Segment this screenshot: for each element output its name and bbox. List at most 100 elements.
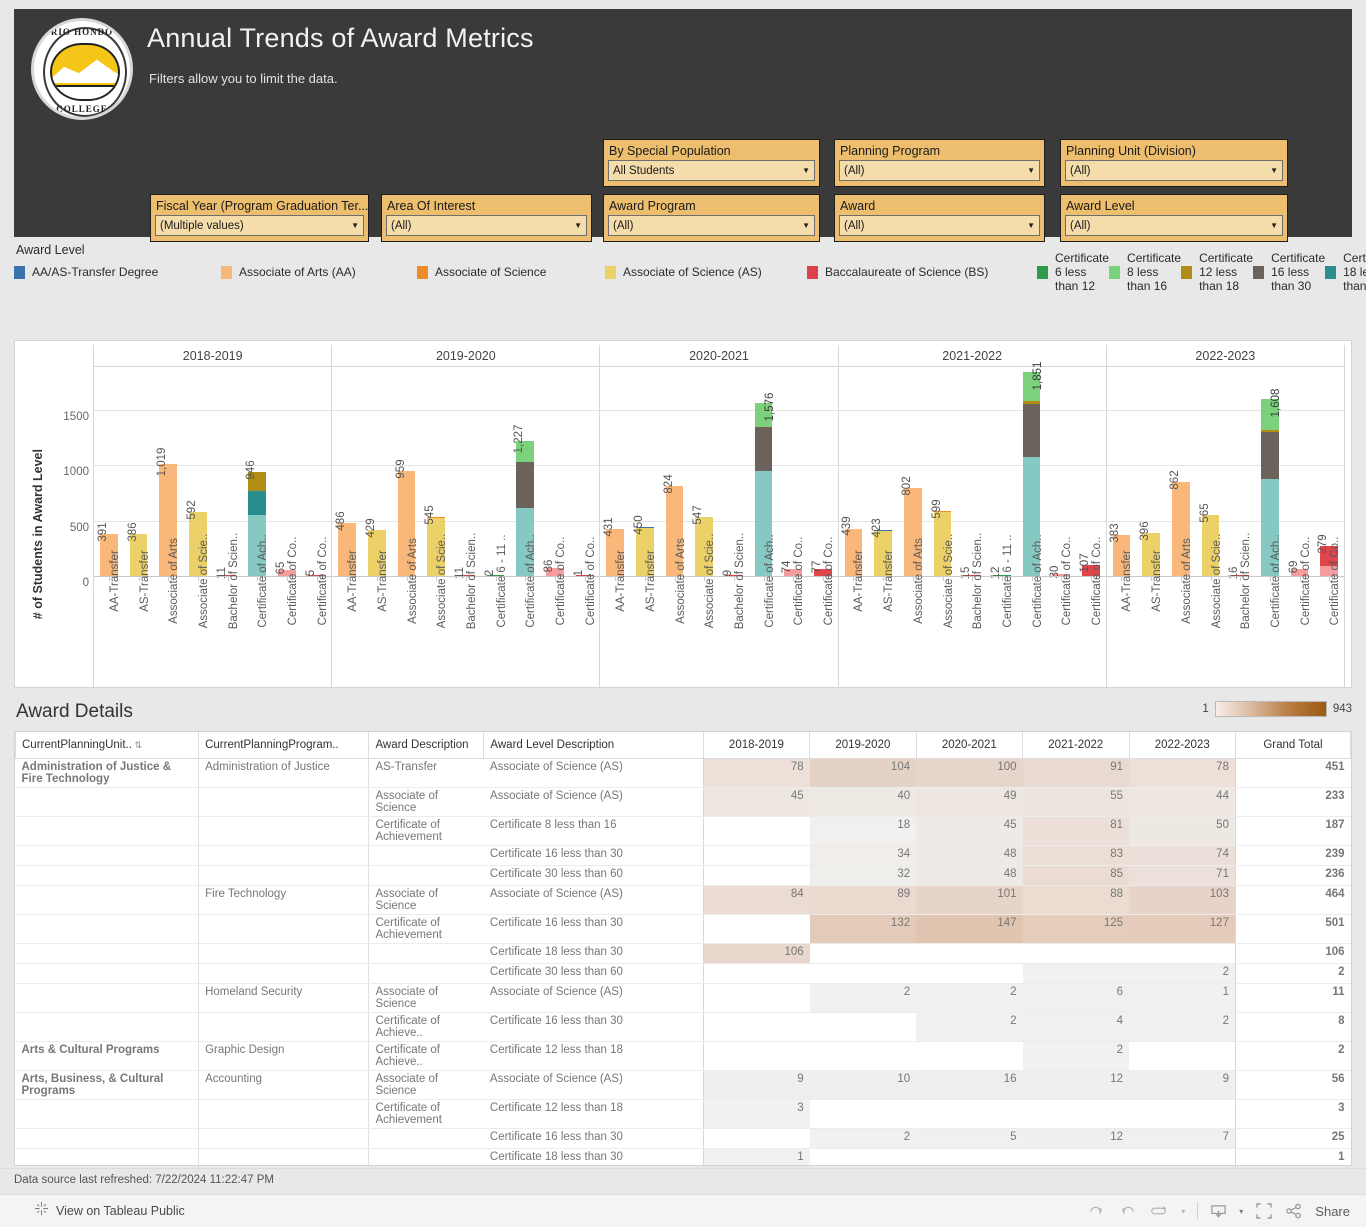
- filter-fiscal-year[interactable]: Fiscal Year (Program Graduation Ter... (M…: [150, 194, 369, 242]
- column-header[interactable]: 2020-2021: [915, 732, 1024, 759]
- column-header[interactable]: 2018-2019: [702, 732, 811, 759]
- table-row[interactable]: Certificate of Achievement Certificate 12…: [15, 1098, 1351, 1129]
- x-axis-category[interactable]: AA-Transfer: [94, 550, 124, 681]
- table-row[interactable]: Certificate of Achieve.. Certificate 16 l…: [15, 1012, 1351, 1042]
- chevron-down-icon[interactable]: ▼: [1027, 166, 1035, 175]
- bar-segment[interactable]: [248, 490, 267, 516]
- column-header[interactable]: 2021-2022: [1022, 732, 1130, 759]
- filter-planning-unit-select[interactable]: (All) ▼: [1065, 160, 1283, 181]
- column-header[interactable]: CurrentPlanningProgram..: [198, 732, 370, 759]
- x-axis-category[interactable]: AA-Transfer: [1107, 550, 1137, 681]
- redo-icon[interactable]: [1087, 1203, 1106, 1219]
- share-button-label[interactable]: Share: [1315, 1204, 1350, 1219]
- filter-area-of-interest[interactable]: Area Of Interest (All) ▼: [381, 194, 592, 242]
- table-row[interactable]: Certificate 30 less than 60 2 2: [15, 963, 1351, 984]
- x-axis-category[interactable]: Associate of Scie..: [421, 534, 451, 681]
- x-axis-category[interactable]: AS-Transfer: [630, 550, 660, 681]
- legend-item[interactable]: Certificate 12 less than 18: [1181, 251, 1253, 293]
- x-axis-category[interactable]: Certificate of Co..: [1046, 537, 1076, 681]
- bar-segment[interactable]: [516, 462, 535, 509]
- filter-award-level-select[interactable]: (All) ▼: [1065, 215, 1283, 236]
- chevron-down-icon[interactable]: ▼: [1027, 221, 1035, 230]
- column-header[interactable]: 2022-2023: [1128, 732, 1236, 759]
- x-axis-category[interactable]: Certificate of Ach..: [749, 534, 779, 681]
- table-row[interactable]: Arts & Cultural Programs Graphic Design Ce…: [15, 1040, 1351, 1071]
- undo-icon[interactable]: [1118, 1203, 1137, 1219]
- bar-slot[interactable]: 386: [124, 367, 154, 577]
- bar-segment[interactable]: [1022, 403, 1041, 457]
- bar-segment[interactable]: [754, 427, 773, 471]
- filter-award-program[interactable]: Award Program (All) ▼: [603, 194, 820, 242]
- x-axis-category[interactable]: Certificate of Co..: [570, 537, 600, 681]
- filter-award-program-select[interactable]: (All) ▼: [608, 215, 815, 236]
- bar-slot[interactable]: 431: [600, 367, 630, 577]
- table-row[interactable]: Administration of Justice & Fire Technol…: [15, 757, 1351, 788]
- award-trends-chart[interactable]: # of Students in Award Level 0 500 1000 150…: [14, 340, 1352, 688]
- x-axis-category[interactable]: Certificate of Co..: [1076, 537, 1106, 681]
- x-axis-category[interactable]: Certificate of Ach..: [242, 534, 272, 681]
- x-axis-category[interactable]: AA-Transfer: [839, 550, 869, 681]
- filter-fiscal-year-select[interactable]: (Multiple values) ▼: [155, 215, 364, 236]
- x-axis-category[interactable]: AA-Transfer: [332, 550, 362, 681]
- legend-item[interactable]: Certificate 18 less than 30: [1325, 251, 1366, 293]
- filter-award-level[interactable]: Award Level (All) ▼: [1060, 194, 1288, 242]
- chevron-down-icon[interactable]: ▼: [1270, 166, 1278, 175]
- x-axis-category[interactable]: Associate of Scie..: [1196, 534, 1226, 681]
- legend-item[interactable]: Associate of Science (AS): [605, 262, 807, 282]
- x-axis-category[interactable]: Certificate of Co..: [540, 537, 570, 681]
- x-axis-category[interactable]: Certificate of Ach..: [1017, 534, 1047, 681]
- legend-item[interactable]: AA/AS-Transfer Degree: [14, 262, 221, 282]
- filter-special-population-select[interactable]: All Students ▼: [608, 160, 815, 181]
- x-axis-category[interactable]: Certificate of Co..: [1314, 537, 1344, 681]
- bar-slot[interactable]: 439: [839, 367, 869, 577]
- x-axis-category[interactable]: Bachelor of Scien..: [957, 533, 987, 681]
- x-axis-category[interactable]: Bachelor of Scien..: [213, 533, 243, 681]
- bar-slot[interactable]: 429: [362, 367, 392, 577]
- bar-slot[interactable]: 391: [94, 367, 124, 577]
- x-axis-category[interactable]: Certificate 6 - 11 ..: [481, 534, 511, 681]
- chevron-down-icon[interactable]: ▼: [574, 221, 582, 230]
- x-axis-category[interactable]: Certificate of Ach..: [1255, 534, 1285, 681]
- filter-award[interactable]: Award (All) ▼: [834, 194, 1045, 242]
- bar-segment[interactable]: [1260, 432, 1279, 479]
- x-axis-category[interactable]: Certificate 6 - 11 ..: [987, 534, 1017, 681]
- filter-award-select[interactable]: (All) ▼: [839, 215, 1040, 236]
- x-axis-category[interactable]: Certificate of Co..: [302, 537, 332, 681]
- column-header[interactable]: Award Level Description: [483, 732, 704, 759]
- x-axis-category[interactable]: Associate of Arts: [1166, 538, 1196, 681]
- chevron-down-icon[interactable]: ▼: [802, 221, 810, 230]
- legend-item[interactable]: Certificate 16 less than 30: [1253, 251, 1325, 293]
- x-axis-category[interactable]: Certificate of Ach..: [510, 534, 540, 681]
- x-axis-category[interactable]: Certificate of Co..: [1285, 537, 1315, 681]
- x-axis-category[interactable]: Bachelor of Scien..: [719, 533, 749, 681]
- table-row[interactable]: Fire Technology Associate of Science Assoc…: [15, 884, 1351, 915]
- x-axis-category[interactable]: AS-Transfer: [868, 550, 898, 681]
- bar-slot[interactable]: 396: [1136, 367, 1166, 577]
- table-row[interactable]: Associate of Science Associate of Science…: [15, 787, 1351, 817]
- bar-slot[interactable]: 383: [1107, 367, 1137, 577]
- x-axis-category[interactable]: AS-Transfer: [362, 550, 392, 681]
- legend-item[interactable]: Baccalaureate of Science (BS): [807, 262, 1037, 282]
- column-header[interactable]: Grand Total: [1234, 732, 1351, 759]
- chevron-down-icon[interactable]: ▼: [802, 166, 810, 175]
- x-axis-category[interactable]: Bachelor of Scien..: [451, 533, 481, 681]
- table-row[interactable]: Homeland Security Associate of Science Ass…: [15, 982, 1351, 1013]
- award-details-table-container[interactable]: CurrentPlanningUnit.. ⇅ CurrentPlanningPr…: [14, 731, 1352, 1166]
- table-row[interactable]: Certificate 30 less than 60 32 48 85 71 236: [15, 865, 1351, 886]
- bar-slot[interactable]: 486: [332, 367, 362, 577]
- filter-special-population[interactable]: By Special Population All Students ▼: [603, 139, 820, 187]
- x-axis-category[interactable]: Certificate of Co..: [272, 537, 302, 681]
- bar-slot[interactable]: 423: [868, 367, 898, 577]
- x-axis-category[interactable]: Associate of Arts: [153, 538, 183, 681]
- filter-area-of-interest-select[interactable]: (All) ▼: [386, 215, 587, 236]
- column-header[interactable]: Award Description: [368, 732, 485, 759]
- x-axis-category[interactable]: Associate of Scie..: [183, 534, 213, 681]
- column-header[interactable]: 2019-2020: [809, 732, 917, 759]
- legend-item[interactable]: Associate of Science: [417, 262, 605, 282]
- table-row[interactable]: Certificate of Achievement Certificate 8 …: [15, 815, 1351, 846]
- filter-planning-program[interactable]: Planning Program (All) ▼: [834, 139, 1045, 187]
- x-axis-category[interactable]: Associate of Scie..: [928, 534, 958, 681]
- table-row[interactable]: Certificate 18 less than 30 1 1: [15, 1148, 1351, 1165]
- x-axis-category[interactable]: AS-Transfer: [1136, 550, 1166, 681]
- x-axis-category[interactable]: AS-Transfer: [124, 550, 154, 681]
